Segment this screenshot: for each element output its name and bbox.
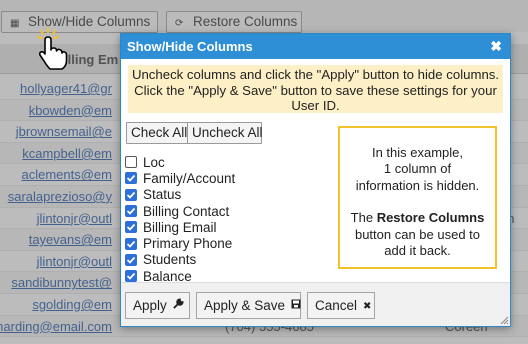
check-all-button[interactable]: Check All xyxy=(126,122,189,144)
column-checkbox-item[interactable]: Loc xyxy=(125,154,235,170)
column-checkbox-item[interactable]: Family/Account xyxy=(125,170,235,186)
column-checkbox-item[interactable]: Billing Email xyxy=(125,219,235,235)
notice-line-3: User ID. xyxy=(291,98,340,113)
info-line-5: button can be used to xyxy=(354,226,481,242)
info-line-2: 1 column of xyxy=(383,161,452,177)
column-checkbox-item[interactable]: Primary Phone xyxy=(125,235,235,251)
close-icon[interactable]: ✖ xyxy=(490,34,502,59)
check-buttons: Check All Uncheck All xyxy=(126,122,263,144)
column-checkbox-item[interactable]: Students xyxy=(125,252,235,268)
info-line-1: In this example, xyxy=(371,145,464,160)
column-checkbox-item[interactable]: Billing Contact xyxy=(125,203,235,219)
resize-grip-icon[interactable] xyxy=(500,316,509,325)
hand-cursor-icon xyxy=(37,27,68,70)
dialog-title: Show/Hide Columns xyxy=(127,39,253,54)
close-icon: ✖ xyxy=(363,300,372,312)
apply-save-label: Apply & Save xyxy=(204,298,286,313)
dialog-title-bar[interactable]: Show/Hide Columns ✖ xyxy=(121,34,510,59)
notice-line-1: Uncheck columns and click the "Apply" bu… xyxy=(131,67,500,82)
cancel-button[interactable]: Cancel ✖ xyxy=(307,292,375,319)
checkbox-checked[interactable] xyxy=(125,205,137,218)
checkbox-checked[interactable] xyxy=(125,253,137,266)
apply-save-button[interactable]: Apply & Save xyxy=(196,292,301,319)
checkbox-checked[interactable] xyxy=(125,221,137,234)
instructions-notice: Uncheck columns and click the "Apply" bu… xyxy=(128,65,503,113)
checkbox-checked[interactable] xyxy=(125,237,137,250)
column-checkbox-item[interactable]: Status xyxy=(125,187,235,203)
notice-line-2: Click the "Apply & Save" button to save … xyxy=(134,82,497,98)
column-label: Billing Contact xyxy=(143,203,230,219)
show-hide-columns-dialog: Show/Hide Columns ✖ Uncheck columns and … xyxy=(120,33,511,327)
column-label: Primary Phone xyxy=(143,236,233,252)
checkbox-checked[interactable] xyxy=(125,172,137,185)
column-label: Billing Email xyxy=(143,219,217,235)
column-label: Status xyxy=(143,187,182,203)
apply-label: Apply xyxy=(133,298,167,313)
cancel-label: Cancel xyxy=(315,298,358,313)
column-label: Loc xyxy=(143,154,165,170)
apply-button[interactable]: Apply xyxy=(125,292,190,319)
column-label: Family/Account xyxy=(143,170,236,186)
info-line-3: information is hidden. xyxy=(355,177,480,193)
checkbox-checked[interactable] xyxy=(125,188,137,201)
column-checklist: Loc Family/Account Status Billing Contact Bi… xyxy=(125,154,235,284)
wrench-icon xyxy=(173,294,184,319)
save-icon xyxy=(291,294,301,319)
dialog-footer: Apply Apply & Save Cancel ✖ xyxy=(121,282,510,326)
checkbox-checked[interactable] xyxy=(125,270,137,283)
uncheck-all-button[interactable]: Uncheck All xyxy=(187,122,263,144)
checkbox-unchecked[interactable] xyxy=(125,156,137,169)
info-line-6: add it back. xyxy=(384,243,451,259)
info-callout: In this example, 1 column of information… xyxy=(338,126,497,269)
column-label: Students xyxy=(143,252,197,268)
info-line-4: The Restore Columns xyxy=(350,210,485,226)
